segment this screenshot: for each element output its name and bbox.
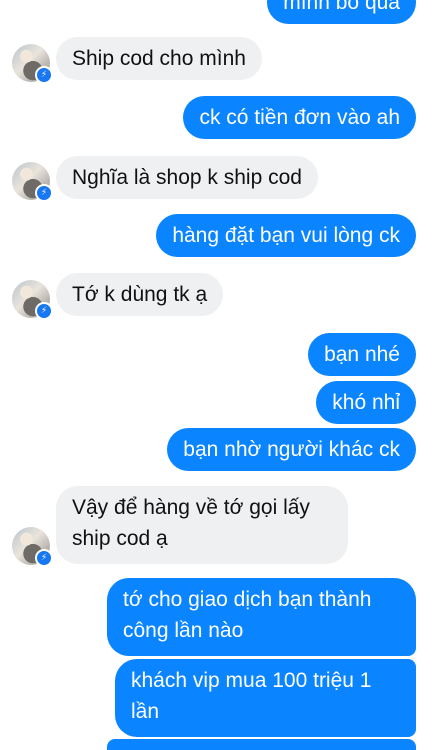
message-bubble-outgoing[interactable]: khách vip mua 100 triệu 1 lần — [115, 659, 416, 737]
contact-avatar[interactable]: ⚡ — [12, 527, 53, 567]
contact-avatar[interactable]: ⚡ — [12, 44, 53, 84]
message-bubble-outgoing[interactable]: khó nhỉ — [316, 381, 416, 424]
messenger-icon: ⚡ — [35, 302, 53, 320]
message-bubble-outgoing[interactable]: bạn nhờ người khác ck — [167, 428, 416, 471]
message-bubble-outgoing[interactable]: bạn nhé — [308, 333, 416, 376]
messenger-icon: ⚡ — [35, 549, 53, 567]
message-bubble-incoming[interactable]: Tớ k dùng tk ạ — [56, 273, 224, 316]
message-bubble-incoming[interactable]: Ship cod cho mình — [56, 37, 262, 80]
message-bubble-outgoing[interactable]: tớ cho giao dịch bạn thành công lần nào — [107, 578, 416, 656]
message-bubble-incoming[interactable]: Nghĩa là shop k ship cod — [56, 156, 318, 199]
chat-thread: mình bỏ qua ⚡ Ship cod cho mình ck có ti… — [0, 0, 444, 750]
messenger-icon: ⚡ — [35, 184, 53, 202]
message-bubble-outgoing-partial[interactable] — [107, 739, 416, 750]
message-bubble-outgoing[interactable]: mình bỏ qua — [267, 0, 416, 24]
contact-avatar[interactable]: ⚡ — [12, 280, 53, 320]
message-bubble-incoming[interactable]: Vậy để hàng về tớ gọi lấy ship cod ạ — [56, 486, 348, 564]
contact-avatar[interactable]: ⚡ — [12, 162, 53, 202]
message-bubble-outgoing[interactable]: hàng đặt bạn vui lòng ck — [156, 214, 416, 257]
messenger-icon: ⚡ — [35, 66, 53, 84]
message-bubble-outgoing[interactable]: ck có tiền đơn vào ah — [183, 96, 416, 139]
